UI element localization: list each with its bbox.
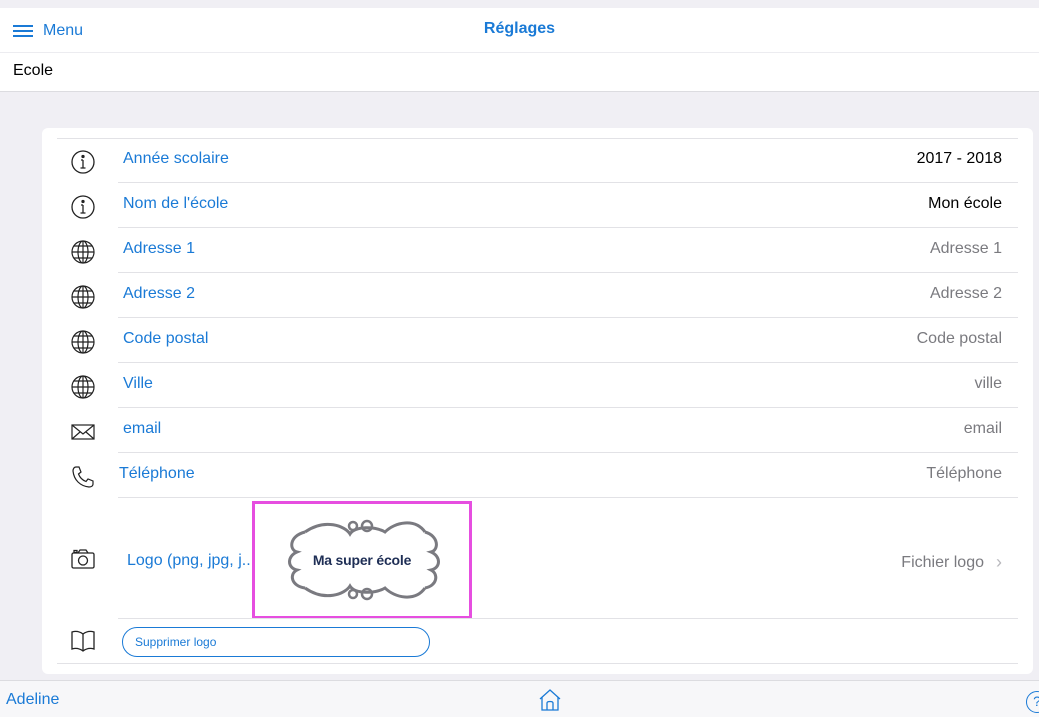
- camera-icon: [70, 546, 96, 572]
- settings-row[interactable]: Code postal Code postal: [42, 318, 1033, 363]
- logo-label: Logo (png, jpg, j...: [127, 552, 256, 569]
- globe-icon: [70, 374, 96, 400]
- section-title: Ecole: [13, 62, 54, 79]
- field-label: Année scolaire: [123, 150, 229, 167]
- field-label: Code postal: [123, 330, 209, 347]
- globe-icon: [70, 284, 96, 310]
- field-label: email: [123, 420, 162, 437]
- book-icon: [70, 628, 96, 654]
- field-label: Ville: [123, 375, 153, 392]
- field-value[interactable]: email: [964, 420, 1002, 438]
- top-navigation-bar: Menu Réglages: [0, 8, 1039, 52]
- phone-icon: [70, 464, 96, 490]
- settings-row[interactable]: Ville ville: [42, 363, 1033, 408]
- field-label: Adresse 2: [123, 285, 196, 302]
- bottom-toolbar: Adeline ?: [0, 680, 1039, 717]
- info-icon: [70, 194, 96, 220]
- help-button[interactable]: ?: [1026, 691, 1039, 713]
- delete-logo-row: Supprimer logo: [42, 619, 1033, 664]
- settings-row[interactable]: email email: [42, 408, 1033, 453]
- info-icon: [70, 149, 96, 175]
- chevron-right-icon: ›: [996, 552, 1002, 572]
- settings-row[interactable]: Adresse 2 Adresse 2: [42, 273, 1033, 318]
- field-value[interactable]: Adresse 2: [930, 285, 1002, 303]
- logo-file-label: Fichier logo: [901, 553, 984, 571]
- user-name-link[interactable]: Adeline: [6, 691, 59, 709]
- field-label: Téléphone: [119, 465, 195, 482]
- globe-icon: [70, 329, 96, 355]
- logo-preview[interactable]: Ma super école: [252, 501, 472, 619]
- field-label: Adresse 1: [123, 240, 196, 257]
- section-header: Ecole: [0, 52, 1039, 92]
- settings-row[interactable]: Année scolaire 2017 - 2018: [42, 138, 1033, 183]
- settings-row[interactable]: Téléphone Téléphone: [42, 453, 1033, 498]
- field-value[interactable]: ville: [974, 375, 1002, 393]
- field-label: Nom de l'école: [123, 195, 229, 212]
- envelope-icon: [70, 419, 96, 445]
- field-value[interactable]: Code postal: [917, 330, 1002, 348]
- globe-icon: [70, 239, 96, 265]
- logo-file-link[interactable]: Fichier logo ›: [901, 552, 1002, 573]
- field-value[interactable]: 2017 - 2018: [917, 150, 1002, 168]
- field-value[interactable]: Téléphone: [926, 465, 1002, 483]
- home-icon[interactable]: [537, 687, 563, 713]
- settings-row[interactable]: Adresse 1 Adresse 1: [42, 228, 1033, 273]
- logo-row[interactable]: Logo (png, jpg, j... Ma super école Fich…: [42, 501, 1033, 619]
- settings-row[interactable]: Nom de l'école Mon école: [42, 183, 1033, 228]
- page-title: Réglages: [483, 20, 556, 37]
- field-value[interactable]: Adresse 1: [930, 240, 1002, 258]
- delete-logo-button[interactable]: Supprimer logo: [122, 627, 430, 657]
- logo-preview-text: Ma super école: [312, 552, 412, 568]
- school-settings-card: Année scolaire 2017 - 2018 Nom de l'école M…: [42, 128, 1033, 674]
- field-value[interactable]: Mon école: [928, 195, 1002, 213]
